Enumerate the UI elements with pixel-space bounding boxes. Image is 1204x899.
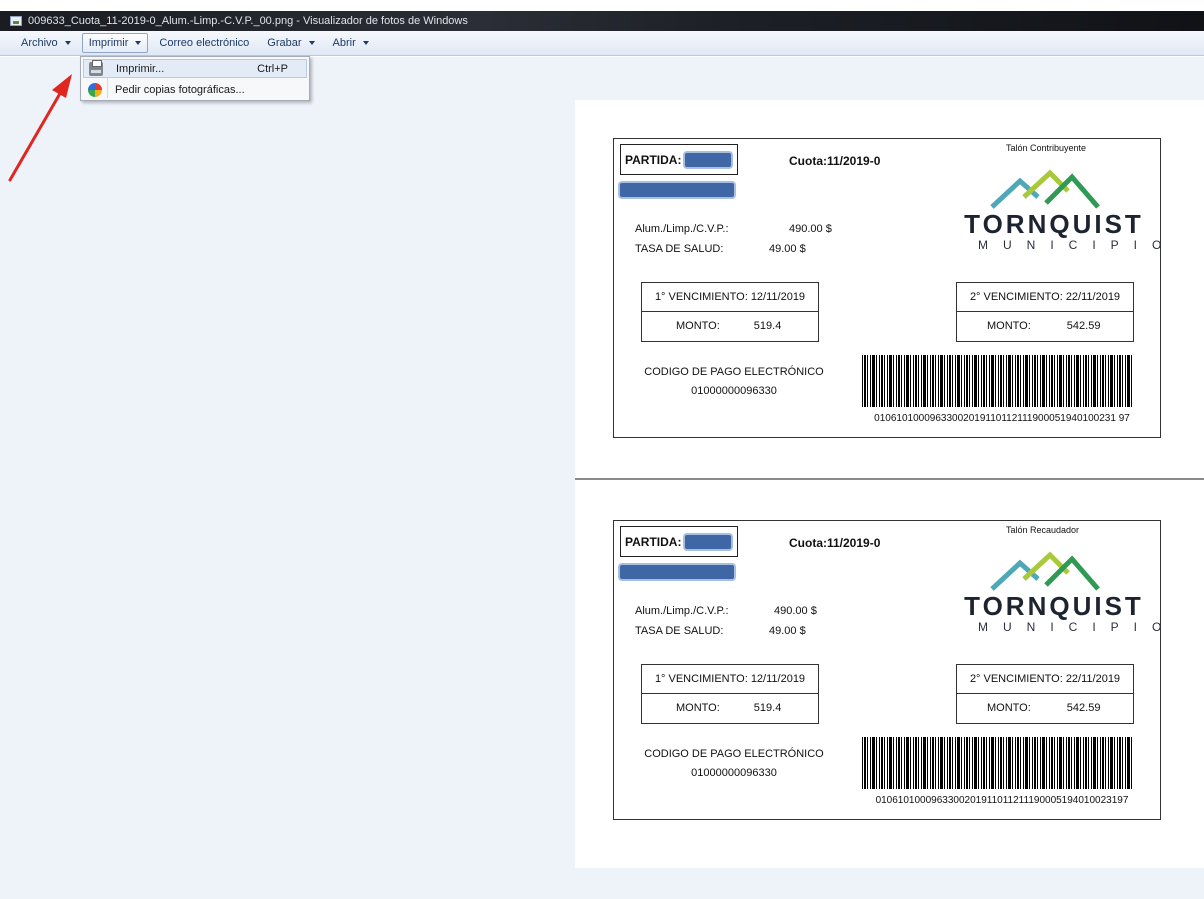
codigo-pago: CODIGO DE PAGO ELECTRÓNICO 0100000009633… [634, 745, 834, 783]
printer-icon [89, 59, 103, 76]
talon-label: Talón Contribuyente [1006, 143, 1087, 153]
redacted-name [618, 563, 736, 581]
codigo-value: 01000000096330 [691, 385, 777, 397]
chevron-down-icon [135, 41, 142, 45]
codigo-label: CODIGO DE PAGO ELECTRÓNICO [644, 748, 824, 760]
vencimiento-2-label: 2° VENCIMIENTO: 22/11/2019 [957, 665, 1133, 694]
codigo-pago: CODIGO DE PAGO ELECTRÓNICO 0100000009633… [634, 363, 834, 401]
partida-label: PARTIDA: [625, 534, 682, 549]
fee-amount: 49.00 $ [769, 243, 806, 255]
fee-amount: 490.00 $ [774, 605, 817, 617]
monto-value: 542.59 [1066, 320, 1101, 332]
monto-label: MONTO: [987, 320, 1031, 332]
monto-value: 542.59 [1066, 702, 1101, 714]
fee-label: TASA DE SALUD: [635, 625, 724, 637]
chevron-down-icon [64, 41, 71, 45]
window-title-bar[interactable]: 009633_Cuota_11-2019-0_Alum.-Limp.-C.V.P… [0, 11, 1204, 31]
cuota-label: Cuota:11/2019-0 [789, 536, 881, 550]
tornquist-logo-icon [990, 551, 1100, 591]
fee-label: Alum./Limp./C.V.P.: [635, 605, 729, 617]
window-title: 009633_Cuota_11-2019-0_Alum.-Limp.-C.V.P… [28, 15, 468, 27]
redacted-partida [683, 532, 734, 551]
imprimir-dropdown-menu: Imprimir... Ctrl+P Pedir copias fotográf… [80, 56, 310, 101]
menu-abrir-label: Abrir [332, 37, 356, 49]
menu-item-pedir-copias[interactable]: Pedir copias fotográficas... [83, 80, 307, 99]
photo-order-icon [88, 82, 102, 97]
fee-amount: 49.00 $ [769, 625, 806, 637]
codigo-value: 01000000096330 [691, 767, 777, 779]
partida-box: PARTIDA: [620, 526, 738, 557]
tornquist-logo-icon [990, 169, 1100, 209]
talon-label: Talón Recaudador [1006, 525, 1080, 535]
shortcut-label: Ctrl+P [257, 62, 288, 75]
vencimiento-1-box: 1° VENCIMIENTO: 12/11/2019 MONTO: 519.4 [641, 282, 819, 342]
barcode-number: 0106101000963300201911011211190005194010… [874, 413, 1130, 424]
monto-value: 519.4 [753, 702, 782, 714]
red-arrow-annotation [8, 74, 72, 182]
menu-item-imprimir-label: Imprimir... [116, 62, 165, 75]
menu-archivo[interactable]: Archivo [14, 33, 78, 53]
codigo-label: CODIGO DE PAGO ELECTRÓNICO [644, 366, 824, 378]
vencimiento-2-box: 2° VENCIMIENTO: 22/11/2019 MONTO: 542.59 [956, 282, 1134, 342]
partida-label: PARTIDA: [625, 152, 682, 167]
displayed-image: PARTIDA: Cuota:11/2019-0 Talón Contribuy… [575, 100, 1204, 868]
barcode-number: 0106101000963300201911011211190005194010… [875, 795, 1129, 806]
fee-amount: 490.00 $ [789, 223, 832, 235]
logo-name: TORNQUIST [964, 209, 1144, 239]
redacted-partida [683, 150, 734, 169]
page-divider [575, 478, 1204, 480]
vencimiento-2-label: 2° VENCIMIENTO: 22/11/2019 [957, 283, 1133, 312]
barcode [862, 355, 1134, 407]
logo-sub: MUNICIPIO [978, 238, 1177, 252]
vencimiento-2-box: 2° VENCIMIENTO: 22/11/2019 MONTO: 542.59 [956, 664, 1134, 724]
partida-box: PARTIDA: [620, 144, 738, 175]
logo-name: TORNQUIST [964, 591, 1144, 621]
logo-sub: MUNICIPIO [978, 620, 1177, 634]
chevron-down-icon [362, 41, 369, 45]
menu-imprimir-label: Imprimir [88, 37, 129, 49]
fee-label: Alum./Limp./C.V.P.: [635, 223, 729, 235]
menu-abrir[interactable]: Abrir [326, 33, 376, 53]
vencimiento-1-label: 1° VENCIMIENTO: 12/11/2019 [642, 283, 818, 312]
chevron-down-icon [308, 41, 315, 45]
menu-bar: Archivo Imprimir Correo electrónico Grab… [0, 31, 1204, 56]
photo-viewer-icon [10, 16, 22, 26]
menu-item-imprimir[interactable]: Imprimir... Ctrl+P [83, 59, 307, 78]
fee-label: TASA DE SALUD: [635, 243, 724, 255]
menu-grabar-label: Grabar [267, 37, 302, 49]
monto-label: MONTO: [676, 320, 720, 332]
coupon-recaudador: PARTIDA: Cuota:11/2019-0 Talón Recaudado… [613, 520, 1161, 820]
menu-grabar[interactable]: Grabar [260, 33, 321, 53]
redacted-name [618, 181, 736, 199]
barcode [862, 737, 1134, 789]
monto-label: MONTO: [676, 702, 720, 714]
menu-item-pedir-copias-label: Pedir copias fotográficas... [115, 83, 245, 96]
vencimiento-1-box: 1° VENCIMIENTO: 12/11/2019 MONTO: 519.4 [641, 664, 819, 724]
menu-correo-label: Correo electrónico [159, 37, 250, 49]
vencimiento-1-label: 1° VENCIMIENTO: 12/11/2019 [642, 665, 818, 694]
menu-archivo-label: Archivo [21, 37, 58, 49]
monto-label: MONTO: [987, 702, 1031, 714]
menu-correo[interactable]: Correo electrónico [152, 33, 256, 53]
cuota-label: Cuota:11/2019-0 [789, 154, 881, 168]
coupon-contribuyente: PARTIDA: Cuota:11/2019-0 Talón Contribuy… [613, 138, 1161, 438]
menu-imprimir[interactable]: Imprimir [81, 33, 149, 53]
monto-value: 519.4 [753, 320, 782, 332]
